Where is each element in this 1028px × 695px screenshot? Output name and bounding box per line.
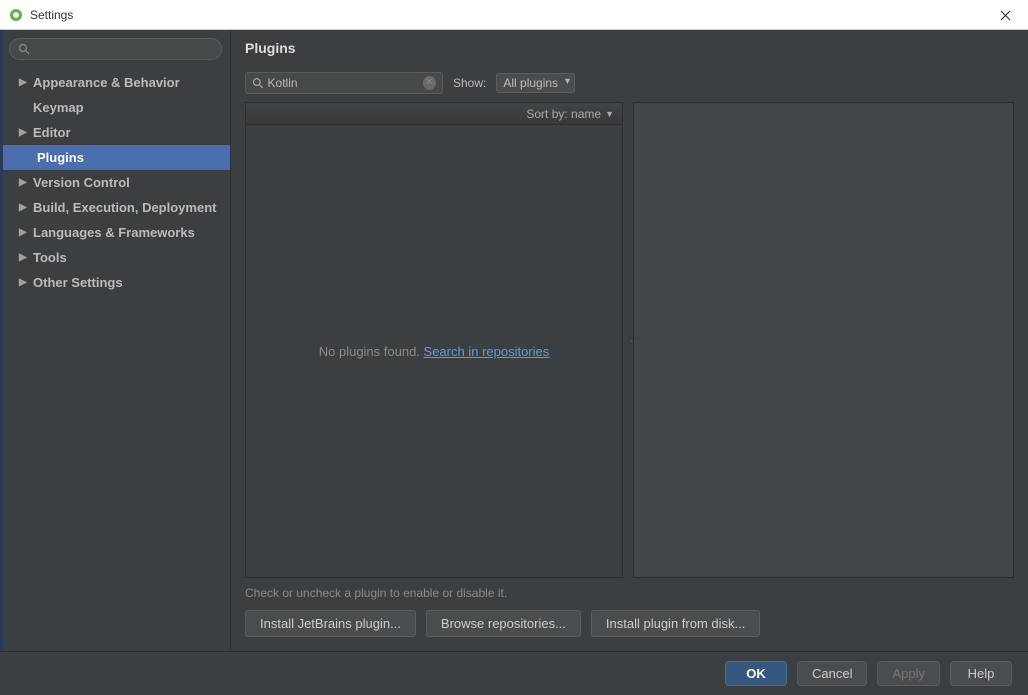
plugin-list-empty: No plugins found. Search in repositories [246, 125, 622, 577]
sidebar-item-tools[interactable]: ▶ Tools [3, 245, 230, 270]
page-title: Plugins [245, 40, 1014, 56]
content-panel: Plugins ✕ Show: All plugins Sort by: nam… [230, 30, 1028, 651]
cancel-button[interactable]: Cancel [797, 661, 867, 686]
sidebar-item-label: Appearance & Behavior [33, 75, 180, 90]
sidebar-item-keymap[interactable]: Keymap [3, 95, 230, 120]
sidebar-item-build[interactable]: ▶ Build, Execution, Deployment [3, 195, 230, 220]
search-icon [252, 77, 264, 89]
plugin-action-buttons: Install JetBrains plugin... Browse repos… [245, 610, 1014, 637]
chevron-right-icon: ▶ [19, 177, 33, 188]
close-button[interactable] [983, 0, 1028, 30]
ok-button[interactable]: OK [725, 661, 787, 686]
empty-text: No plugins found. [319, 344, 424, 359]
sort-bar[interactable]: Sort by: name ▼ [246, 103, 622, 125]
panels: Sort by: name ▼ No plugins found. Search… [245, 102, 1014, 578]
sidebar-item-label: Editor [33, 125, 71, 140]
chevron-right-icon: ▶ [19, 77, 33, 88]
filter-row: ✕ Show: All plugins [245, 72, 1014, 94]
app-icon [8, 7, 24, 23]
sidebar-item-other-settings[interactable]: ▶ Other Settings [3, 270, 230, 295]
sort-label: Sort by: name [526, 107, 601, 121]
browse-repositories-button[interactable]: Browse repositories... [426, 610, 581, 637]
clear-search-icon[interactable]: ✕ [423, 76, 436, 90]
sidebar-item-label: Build, Execution, Deployment [33, 200, 216, 215]
sidebar-item-label: Other Settings [33, 275, 123, 290]
search-icon [18, 43, 30, 55]
plugin-search-input[interactable] [268, 76, 423, 90]
sidebar-item-label: Version Control [33, 175, 130, 190]
sidebar-item-label: Tools [33, 250, 67, 265]
plugin-search[interactable]: ✕ [245, 72, 443, 94]
sidebar: ▶ Appearance & Behavior Keymap ▶ Editor … [3, 30, 230, 651]
chevron-down-icon: ▼ [605, 109, 614, 119]
search-repositories-link[interactable]: Search in repositories [424, 344, 550, 359]
plugin-detail-panel: ⋮ [633, 102, 1014, 578]
sidebar-item-label: Languages & Frameworks [33, 225, 195, 240]
sidebar-item-plugins[interactable]: Plugins [3, 145, 230, 170]
plugin-list-panel: Sort by: name ▼ No plugins found. Search… [245, 102, 623, 578]
sidebar-search[interactable] [9, 38, 222, 60]
help-button[interactable]: Help [950, 661, 1012, 686]
install-jetbrains-button[interactable]: Install JetBrains plugin... [245, 610, 416, 637]
window-title: Settings [30, 8, 73, 22]
dialog-footer: OK Cancel Apply Help [0, 651, 1028, 695]
chevron-right-icon: ▶ [19, 227, 33, 238]
sidebar-item-languages[interactable]: ▶ Languages & Frameworks [3, 220, 230, 245]
apply-button[interactable]: Apply [877, 661, 940, 686]
sidebar-item-label: Plugins [37, 150, 84, 165]
sidebar-item-label: Keymap [33, 100, 84, 115]
hint-text: Check or uncheck a plugin to enable or d… [245, 586, 1014, 600]
chevron-right-icon: ▶ [19, 127, 33, 138]
main-area: ▶ Appearance & Behavior Keymap ▶ Editor … [0, 30, 1028, 651]
show-label: Show: [453, 76, 486, 90]
chevron-right-icon: ▶ [19, 202, 33, 213]
chevron-right-icon: ▶ [19, 277, 33, 288]
titlebar: Settings [0, 0, 1028, 30]
show-filter-select[interactable]: All plugins [496, 73, 575, 93]
sidebar-item-editor[interactable]: ▶ Editor [3, 120, 230, 145]
install-from-disk-button[interactable]: Install plugin from disk... [591, 610, 760, 637]
sidebar-item-version-control[interactable]: ▶ Version Control [3, 170, 230, 195]
show-filter-value: All plugins [503, 76, 558, 90]
settings-tree: ▶ Appearance & Behavior Keymap ▶ Editor … [3, 70, 230, 651]
resize-handle[interactable]: ⋮ [629, 336, 640, 344]
sidebar-search-input[interactable] [34, 42, 213, 56]
sidebar-item-appearance[interactable]: ▶ Appearance & Behavior [3, 70, 230, 95]
chevron-right-icon: ▶ [19, 252, 33, 263]
